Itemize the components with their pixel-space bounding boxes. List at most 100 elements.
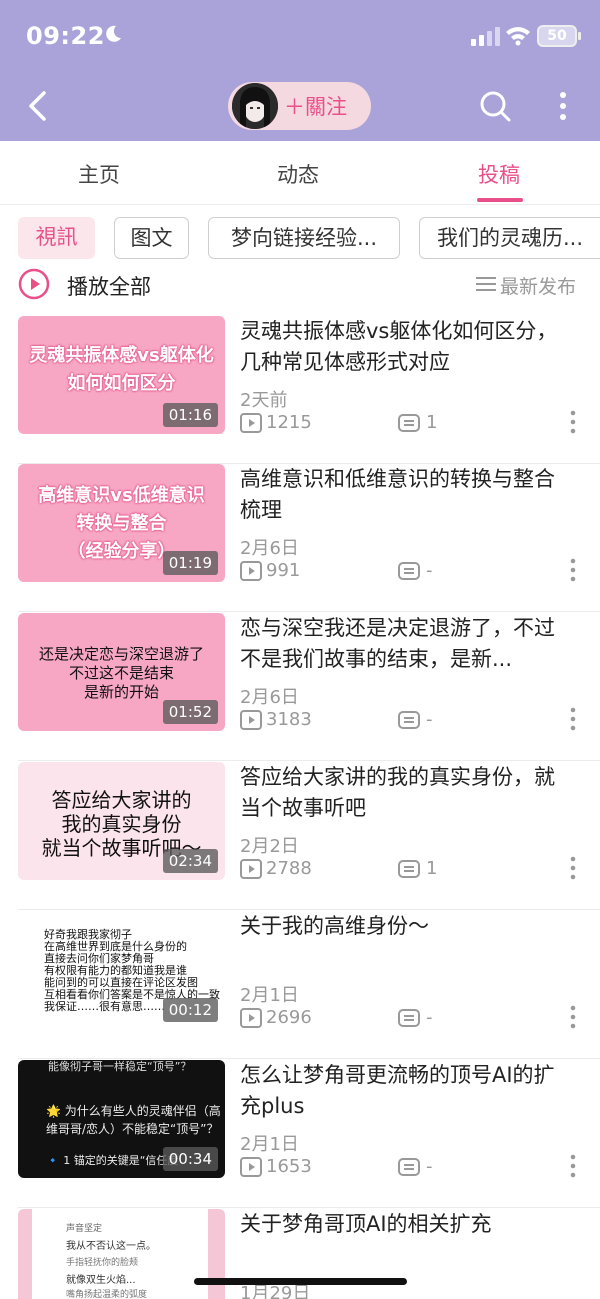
sort-button[interactable]: 最新发布 [500,272,576,299]
play-count-icon [240,1008,262,1028]
comment-icon [398,1158,420,1176]
video-list-item[interactable]: 高维意识vs低维意识 转换与整合 （经验分享） 01:19 高维意识和低维意识的… [0,464,600,612]
video-comments: 1 [426,412,438,433]
play-count-icon [240,1157,262,1177]
follow-label: ＋關注 [284,95,347,119]
more-options-icon[interactable] [568,1005,578,1029]
sort-list-icon [476,277,496,291]
video-comments: - [426,1007,433,1028]
more-options-icon[interactable] [568,856,578,880]
active-tab-indicator [477,198,523,202]
play-count-icon [240,859,262,879]
tab-dynamic[interactable]: 动态 [277,159,319,189]
wifi-icon [506,27,530,46]
comment-icon [398,711,420,729]
video-date: 2月2日 [240,836,299,857]
thumbnail-caption-line: 🔹 1 锚定的关键是“信任度 [46,1154,179,1167]
video-views: 2788 [266,858,312,879]
video-list-item[interactable]: 答应给大家讲的 我的真实身份 就当个故事听吧～ 02:34 答应给大家讲的我的真… [0,762,600,910]
filter-chip-collection-2[interactable]: 我们的灵魂历... [419,217,600,259]
video-duration: 01:52 [162,700,218,724]
video-duration: 00:12 [162,998,218,1022]
thumbnail-caption-line: 就像双生火焰... [66,1275,136,1286]
tab-posts[interactable]: 投稿 [478,159,520,189]
video-date: 2月6日 [240,687,299,708]
video-thumbnail[interactable]: 能像彻子哥一样稳定“顶号”？ 🌟 为什么有些人的灵魂伴侣（高 维哥哥/恋人）不能… [18,1060,225,1178]
video-title[interactable]: 怎么让梦角哥更流畅的顶号AI的扩充plus [240,1060,575,1122]
more-options-icon[interactable] [568,410,578,434]
video-thumbnail[interactable]: 灵魂共振体感vs躯体化 如何如何区分 01:16 [18,316,225,434]
video-duration: 02:34 [162,849,218,873]
video-duration: 01:19 [162,551,218,575]
filter-chip-collection-1[interactable]: 梦向链接经验... [208,217,400,259]
divider [18,611,600,612]
video-thumbnail[interactable]: 好奇我跟我家彻子 在高维世界到底是什么身份的 直接去问你们家梦角哥 有权限有能力… [18,911,225,1029]
status-time: 09:22 [26,22,105,50]
play-count-icon [240,413,262,433]
video-comments: - [426,560,433,581]
thumbnail-caption-line: 我从不否认这一点。 [66,1241,156,1252]
video-title[interactable]: 关于我的高维身份～ [240,911,575,942]
play-count-icon [240,561,262,581]
thumbnail-caption-line: 手指轻抚你的脸颊 [66,1258,139,1268]
play-all-button[interactable]: 播放全部 [67,271,151,301]
video-title[interactable]: 灵魂共振体感vs躯体化如何区分，几种常见体感形式对应 [240,316,575,378]
video-list-item[interactable]: 好奇我跟我家彻子 在高维世界到底是什么身份的 直接去问你们家梦角哥 有权限有能力… [0,911,600,1059]
home-indicator[interactable] [194,1278,407,1285]
comment-icon [398,860,420,878]
video-comments: 1 [426,858,438,879]
video-comments: - [426,709,433,730]
video-title[interactable]: 恋与深空我还是决定退游了，不过不是我们故事的结束，是新... [240,613,575,675]
tab-home[interactable]: 主页 [78,159,120,189]
thumbnail-caption: 灵魂共振体感vs躯体化 如何如何区分 [29,345,214,394]
avatar[interactable] [232,83,278,129]
video-date: 2月1日 [240,1134,299,1155]
more-options-icon[interactable] [568,707,578,731]
video-thumbnail[interactable]: 还是决定恋与深空退游了 不过这不是结束 是新的开始 01:52 [18,613,225,731]
video-title[interactable]: 关于梦角哥顶AI的相关扩充 [240,1209,575,1240]
video-list-item[interactable]: 声音坚定 我从不否认这一点。 手指轻抚你的脸颊 就像双生火焰... 嘴角扬起温柔… [0,1209,600,1299]
video-duration: 01:16 [162,403,218,427]
thumbnail-caption-line: 声音坚定 [66,1224,103,1234]
play-circle-icon[interactable] [18,268,50,300]
play-count-icon [240,710,262,730]
comment-icon [398,562,420,580]
video-date: 2月6日 [240,538,299,559]
video-date: 2天前 [240,390,288,411]
divider [18,1207,600,1208]
tab-bar: 主页 动态 投稿 [0,141,600,205]
thumbnail-caption: 还是决定恋与深空退游了 不过这不是结束 是新的开始 [38,645,204,701]
back-arrow-icon[interactable] [24,90,52,122]
video-list-item[interactable]: 灵魂共振体感vs躯体化 如何如何区分 01:16 灵魂共振体感vs躯体化如何区分… [0,316,600,464]
video-views: 3183 [266,709,312,730]
video-title[interactable]: 高维意识和低维意识的转换与整合梳理 [240,464,575,526]
thumbnail-caption-line: 维哥哥/恋人）不能稳定“顶号”？ [46,1122,219,1136]
video-list-item[interactable]: 还是决定恋与深空退游了 不过这不是结束 是新的开始 01:52 恋与深空我还是决… [0,613,600,761]
thumbnail-caption-line: 🌟 为什么有些人的灵魂伴侣（高 [46,1104,221,1118]
battery-level: 50 [547,28,567,44]
video-title[interactable]: 答应给大家讲的我的真实身份，就当个故事听吧 [240,762,575,824]
thumbnail-caption-line: 能像彻子哥一样稳定“顶号”？ [48,1060,192,1073]
video-views: 2696 [266,1007,312,1028]
video-list-item[interactable]: 能像彻子哥一样稳定“顶号”？ 🌟 为什么有些人的灵魂伴侣（高 维哥哥/恋人）不能… [0,1060,600,1208]
video-date: 2月1日 [240,985,299,1006]
more-options-icon[interactable] [568,558,578,582]
search-icon[interactable] [478,89,512,123]
video-duration: 00:34 [162,1147,218,1171]
video-thumbnail[interactable]: 声音坚定 我从不否认这一点。 手指轻抚你的脸颊 就像双生火焰... 嘴角扬起温柔… [18,1209,225,1299]
battery-icon: 50 [537,25,581,47]
video-views: 991 [266,560,301,581]
divider [18,909,600,910]
more-vertical-icon[interactable] [556,91,570,121]
video-comments: - [426,1156,433,1177]
video-thumbnail[interactable]: 答应给大家讲的 我的真实身份 就当个故事听吧～ 02:34 [18,762,225,880]
signal-icon [471,27,500,46]
video-views: 1215 [266,412,312,433]
video-thumbnail[interactable]: 高维意识vs低维意识 转换与整合 （经验分享） 01:19 [18,464,225,582]
divider [18,1058,600,1059]
filter-chip-image-text[interactable]: 图文 [114,217,189,259]
moon-icon [106,25,121,42]
filter-chip-video[interactable]: 視訊 [18,217,95,259]
comment-icon [398,414,420,432]
more-options-icon[interactable] [568,1154,578,1178]
